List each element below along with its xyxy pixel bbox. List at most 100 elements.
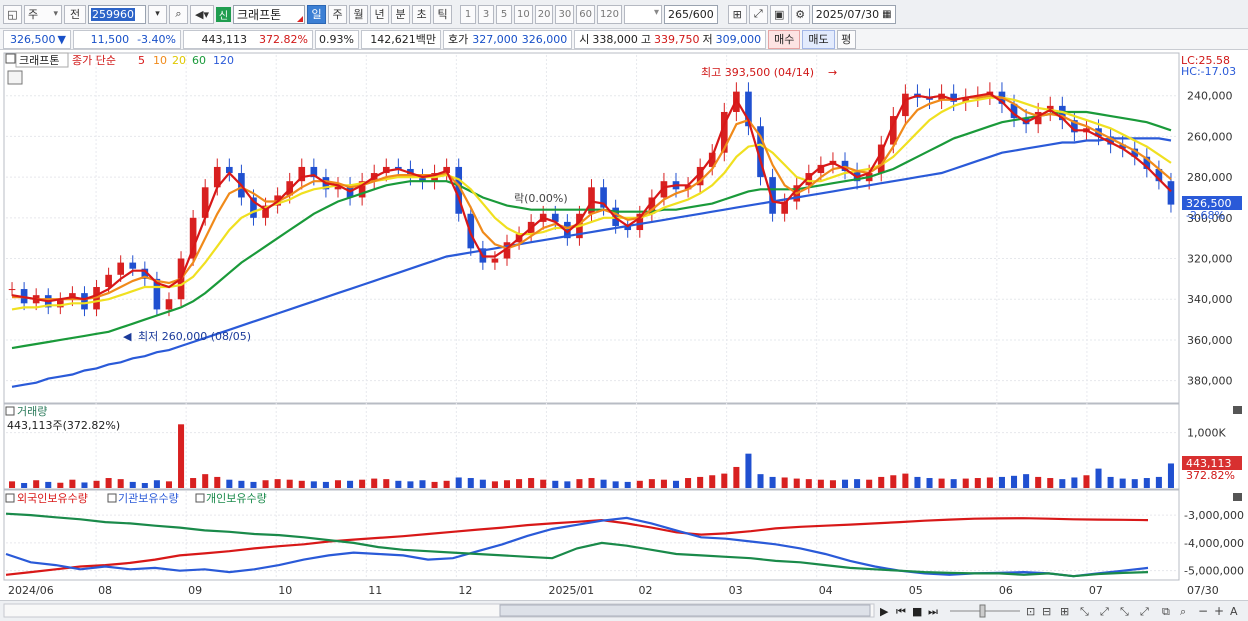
period-main-select[interactable]: 주 ▾ xyxy=(24,4,62,24)
x-axis-end-label: 07/30 xyxy=(1187,584,1219,597)
zoom-slider-handle[interactable] xyxy=(979,604,986,618)
volume-bar xyxy=(600,479,607,488)
volume-bar xyxy=(817,479,824,488)
layout-icon[interactable]: ⊡ xyxy=(1026,605,1035,618)
zoom-in-icon[interactable]: + xyxy=(1214,604,1224,618)
holdings-panel[interactable] xyxy=(3,489,1180,581)
chart-area[interactable]: 380,000 360,000 340,000 320,000 300,000 280,0… xyxy=(0,51,1248,600)
price-panel[interactable] xyxy=(3,52,1180,404)
zoom-search-icon[interactable]: ⌕ xyxy=(1180,605,1186,618)
scroll-start-icon[interactable]: ⏮ xyxy=(896,605,906,618)
period-tab-tick[interactable]: 틱 xyxy=(433,4,452,24)
volume-bar xyxy=(1155,476,1162,488)
low-arrow-icon: ◀ xyxy=(123,330,132,343)
period-tab-minute[interactable]: 분 xyxy=(391,4,410,24)
speaker-icon[interactable]: ◀▾ xyxy=(190,4,214,24)
volume-bar xyxy=(286,479,293,488)
interval-3[interactable]: 3 xyxy=(478,4,494,24)
layout-icon-3[interactable]: ⊞ xyxy=(1060,605,1069,618)
volume-bar xyxy=(745,453,752,488)
volume-bar xyxy=(938,478,945,488)
volume-bar xyxy=(1059,479,1066,488)
volume-bar xyxy=(950,479,957,488)
table-toggle-icon[interactable] xyxy=(7,70,23,85)
date-field[interactable]: 2025/07/30 ▦ xyxy=(811,4,896,24)
interval-20[interactable]: 20 xyxy=(534,4,554,24)
zoom-out-icon[interactable]: − xyxy=(1198,604,1208,618)
volume-bar xyxy=(757,474,764,488)
main-toolbar: ◱ 주 ▾ 전 259960 ▾ ⌕ ◀▾ 신 크래프톤 일 주 월 년 분 초 … xyxy=(0,0,1248,29)
interval-1[interactable]: 1 xyxy=(460,4,476,24)
interval-5[interactable]: 5 xyxy=(496,4,512,24)
interval-custom-select[interactable] xyxy=(624,4,663,24)
low-label: 저 xyxy=(702,33,713,46)
interval-30[interactable]: 30 xyxy=(555,4,575,24)
volume-bar xyxy=(1107,476,1114,488)
volume-bar xyxy=(1023,474,1030,488)
period-tab-week[interactable]: 주 xyxy=(328,4,347,24)
eval-button[interactable]: 평 xyxy=(836,29,856,49)
volume-bar xyxy=(793,478,800,488)
copy-icon[interactable]: ⧉ xyxy=(1162,605,1170,618)
font-size-icon[interactable]: A xyxy=(1230,605,1238,618)
draw-tool-icon[interactable]: ⤡ xyxy=(1080,605,1089,618)
volume-bar xyxy=(21,483,28,488)
hoga-box: 호가 327,000 326,000 xyxy=(443,29,573,49)
draw-tool-icon-4[interactable]: ⤢ xyxy=(1140,605,1149,618)
x-axis-label: 2024/06 xyxy=(8,584,54,597)
save-icon[interactable]: ▣ xyxy=(769,4,789,24)
x-axis-label: 09 xyxy=(188,584,202,597)
volume-bar xyxy=(660,479,667,488)
volume-close-icon[interactable] xyxy=(1233,406,1242,414)
volume-bar xyxy=(395,480,402,488)
layout-icon-2[interactable]: ⊟ xyxy=(1042,605,1051,618)
gear-icon[interactable]: ⚙ xyxy=(790,4,810,24)
display-count: 265 xyxy=(668,7,690,21)
buy-button[interactable]: 매수 xyxy=(768,29,801,49)
trend-icon[interactable]: ⤢ xyxy=(748,4,768,24)
interval-120[interactable]: 120 xyxy=(596,4,623,24)
stock-code-input[interactable]: 259960 xyxy=(88,4,146,24)
period-tab-second[interactable]: 초 xyxy=(412,4,431,24)
window-menu-icon[interactable]: ◱ xyxy=(3,4,22,24)
volume-bar xyxy=(516,479,523,488)
display-count-field[interactable]: 265/600 xyxy=(664,4,718,24)
chart-tools-icon[interactable]: ⊞ xyxy=(727,4,747,24)
interval-60[interactable]: 60 xyxy=(576,4,595,24)
ma-legend-120: 120 xyxy=(213,54,234,67)
volume-bar xyxy=(129,481,136,488)
search-icon[interactable]: ⌕ xyxy=(169,4,188,24)
volume-tag-pct: 372.82% xyxy=(1186,469,1235,482)
period-tab-month[interactable]: 월 xyxy=(349,4,368,24)
volume-bar xyxy=(153,480,160,488)
period-tab-day[interactable]: 일 xyxy=(307,4,326,24)
hc-label: HC:-17.03 xyxy=(1181,65,1236,78)
draw-tool-icon-3[interactable]: ⤡ xyxy=(1120,605,1129,618)
scrollbar-thumb[interactable] xyxy=(499,604,871,617)
calendar-icon[interactable]: ▦ xyxy=(882,9,891,20)
scroll-right-icon[interactable]: ▶ xyxy=(880,605,889,618)
volume-bar xyxy=(974,478,981,488)
legend-foreign: 외국인보유수량 xyxy=(17,492,88,505)
scroll-controls[interactable]: ▶ ⏮ ■ ⏭ ⊡ ⊟ ⊞ ⤡ ⤢ ⤡ ⤢ ⧉ ⌕ − + A xyxy=(0,601,1248,621)
x-axis-label: 02 xyxy=(639,584,653,597)
interval-10[interactable]: 10 xyxy=(514,4,533,24)
high-price: 339,750 xyxy=(654,32,700,46)
current-pct-text: -2.68% xyxy=(1186,209,1225,222)
candle-body xyxy=(1167,181,1175,205)
stock-code-value: 259960 xyxy=(91,7,135,21)
ma-legend-20: 20 xyxy=(172,54,186,67)
scroll-end-icon[interactable]: ⏭ xyxy=(928,605,938,618)
period-tab-year[interactable]: 년 xyxy=(370,4,389,24)
volume-bar xyxy=(359,479,366,488)
draw-tool-icon-2[interactable]: ⤢ xyxy=(1100,605,1109,618)
code-dropdown-icon[interactable]: ▾ xyxy=(148,4,167,24)
price-y-tick: 380,000 xyxy=(1187,375,1233,388)
prev-button[interactable]: 전 xyxy=(64,4,86,24)
stock-chart[interactable]: 380,000360,000340,000320,000300,000280,0… xyxy=(0,51,1248,600)
volume-bar xyxy=(383,479,390,488)
stop-icon[interactable]: ■ xyxy=(912,605,922,618)
stock-name-field[interactable]: 크래프톤 xyxy=(233,4,305,24)
holdings-close-icon[interactable] xyxy=(1233,493,1242,501)
sell-button[interactable]: 매도 xyxy=(802,29,835,49)
